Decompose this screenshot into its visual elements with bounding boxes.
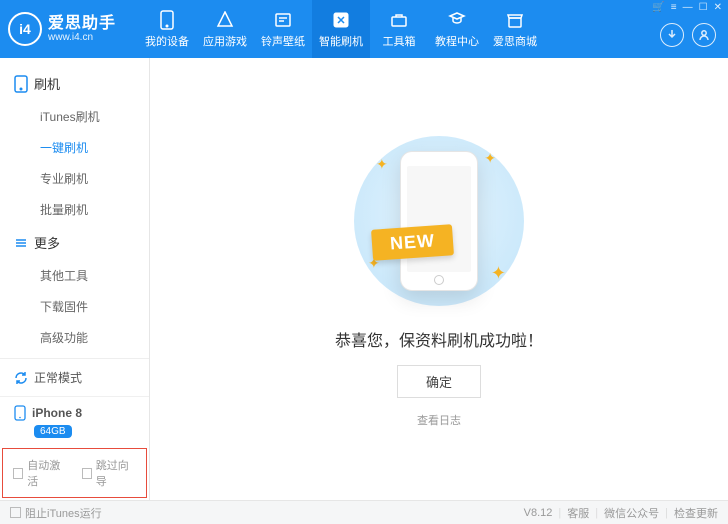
new-ribbon: NEW <box>371 225 454 262</box>
sidebar-cat-more[interactable]: 更多 <box>0 225 149 260</box>
sidebar-item-pro[interactable]: 专业刷机 <box>0 163 149 194</box>
nav-store[interactable]: 爱思商城 <box>486 0 544 58</box>
cat-label: 更多 <box>34 233 60 252</box>
sidebar-item-download[interactable]: 下载固件 <box>0 291 149 322</box>
brand-name: 爱思助手 <box>48 15 116 33</box>
skip-guide-checkbox[interactable]: 跳过向导 <box>82 457 137 489</box>
nav-label: 铃声壁纸 <box>261 33 305 49</box>
nav-tutorials[interactable]: 教程中心 <box>428 0 486 58</box>
nav-my-device[interactable]: 我的设备 <box>138 0 196 58</box>
nav-label: 爱思商城 <box>493 33 537 49</box>
header: i4 爱思助手 www.i4.cn 我的设备 应用游戏 铃声壁纸 智能刷机 工具… <box>0 0 728 58</box>
tutorial-icon <box>447 10 467 30</box>
maximize-icon[interactable]: ☐ <box>699 2 708 13</box>
main-content: ✦✦ ✦✦ NEW 恭喜您，保资料刷机成功啦！ 确定 查看日志 <box>150 58 728 500</box>
update-link[interactable]: 检查更新 <box>674 505 718 521</box>
user-button[interactable] <box>692 23 716 47</box>
footer: 阻止iTunes运行 V8.12 | 客服 | 微信公众号 | 检查更新 <box>0 500 728 524</box>
cat-label: 刷机 <box>34 74 60 93</box>
close-icon[interactable]: ✕ <box>714 2 722 13</box>
nav-label: 我的设备 <box>145 33 189 49</box>
device-mode[interactable]: 正常模式 <box>0 359 149 397</box>
logo-icon: i4 <box>8 12 42 46</box>
sidebar-cat-flash[interactable]: 刷机 <box>0 66 149 101</box>
phone-icon <box>14 405 26 421</box>
block-itunes-checkbox[interactable]: 阻止iTunes运行 <box>10 505 102 521</box>
nav-toolbox[interactable]: 工具箱 <box>370 0 428 58</box>
nav-apps[interactable]: 应用游戏 <box>196 0 254 58</box>
mode-label: 正常模式 <box>34 369 82 386</box>
refresh-icon <box>14 371 28 385</box>
nav-label: 应用游戏 <box>203 33 247 49</box>
store-icon <box>505 10 525 30</box>
phone-icon <box>157 10 177 30</box>
chk-label: 跳过向导 <box>96 457 136 489</box>
window-controls: 🛒 ≡ — ☐ ✕ <box>652 2 722 13</box>
brand-site: www.i4.cn <box>48 32 116 43</box>
storage-badge: 64GB <box>34 425 72 438</box>
wechat-link[interactable]: 微信公众号 <box>604 505 659 521</box>
sidebar-item-advanced[interactable]: 高级功能 <box>0 322 149 353</box>
menu-icon[interactable]: ≡ <box>671 2 677 13</box>
ok-button[interactable]: 确定 <box>397 365 481 398</box>
nav-label: 智能刷机 <box>319 33 363 49</box>
nav-ringtones[interactable]: 铃声壁纸 <box>254 0 312 58</box>
success-illustration: ✦✦ ✦✦ NEW <box>339 131 539 311</box>
chk-label: 自动激活 <box>27 457 67 489</box>
sidebar-item-batch[interactable]: 批量刷机 <box>0 194 149 225</box>
device-info[interactable]: iPhone 8 64GB <box>0 397 149 446</box>
more-icon <box>14 236 28 250</box>
download-button[interactable] <box>660 23 684 47</box>
minimize-icon[interactable]: — <box>683 2 693 13</box>
auto-activate-checkbox[interactable]: 自动激活 <box>13 457 68 489</box>
ringtone-icon <box>273 10 293 30</box>
sidebar-item-other[interactable]: 其他工具 <box>0 260 149 291</box>
flash-icon <box>331 10 351 30</box>
options-box: 自动激活 跳过向导 <box>2 448 147 498</box>
version-label: V8.12 <box>524 507 553 519</box>
top-nav: 我的设备 应用游戏 铃声壁纸 智能刷机 工具箱 教程中心 爱思商城 <box>138 0 544 58</box>
toolbox-icon <box>389 10 409 30</box>
device-name: iPhone 8 <box>32 406 82 420</box>
success-message: 恭喜您，保资料刷机成功啦！ <box>335 327 543 351</box>
support-link[interactable]: 客服 <box>567 505 589 521</box>
view-log-link[interactable]: 查看日志 <box>417 412 461 428</box>
chk-label: 阻止iTunes运行 <box>25 505 102 521</box>
sidebar: 刷机 iTunes刷机 一键刷机 专业刷机 批量刷机 更多 其他工具 下载固件 … <box>0 58 150 500</box>
sidebar-item-oneclick[interactable]: 一键刷机 <box>0 132 149 163</box>
nav-label: 工具箱 <box>383 33 416 49</box>
apps-icon <box>215 10 235 30</box>
logo[interactable]: i4 爱思助手 www.i4.cn <box>8 12 138 46</box>
nav-label: 教程中心 <box>435 33 479 49</box>
cart-icon[interactable]: 🛒 <box>652 2 664 13</box>
nav-smart-flash[interactable]: 智能刷机 <box>312 0 370 58</box>
sidebar-item-itunes[interactable]: iTunes刷机 <box>0 101 149 132</box>
phone-graphic <box>400 151 478 291</box>
device-icon <box>14 75 28 93</box>
